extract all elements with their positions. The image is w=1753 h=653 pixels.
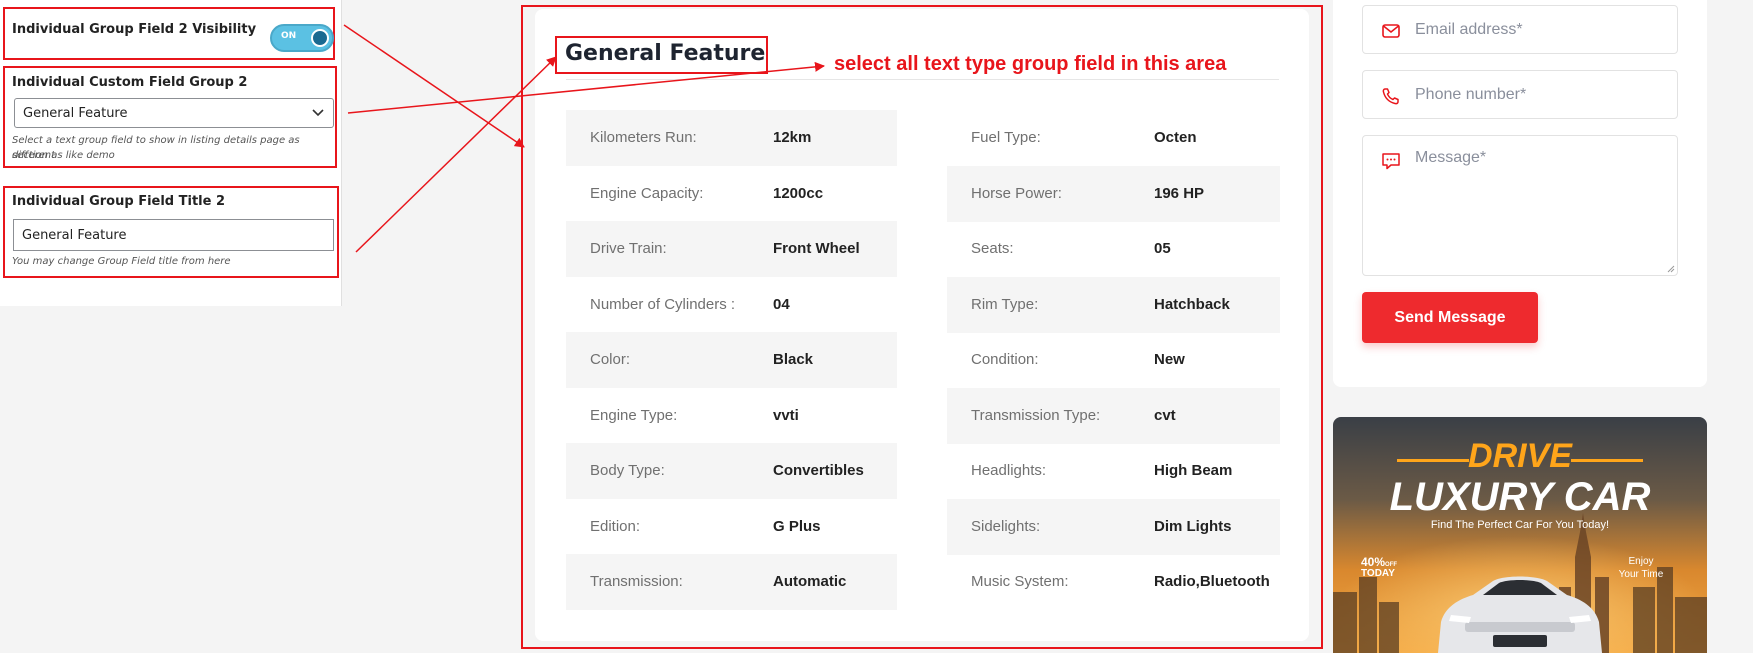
- feature-value: vvti: [773, 407, 799, 424]
- phone-placeholder: Phone number*: [1415, 86, 1527, 103]
- feature-row: Fuel Type: Octen: [947, 110, 1280, 166]
- feature-label: Number of Cylinders :: [590, 296, 736, 313]
- feature-value: 1200cc: [773, 185, 824, 202]
- title-divider: [566, 79, 1279, 80]
- feature-label: Transmission:: [590, 573, 683, 590]
- message-placeholder: Message*: [1415, 149, 1487, 166]
- feature-value: cvt: [1154, 407, 1176, 424]
- ad-discount: 40%OFF: [1361, 555, 1397, 569]
- feature-section-title: General Feature: [565, 41, 766, 66]
- phone-icon: [1382, 88, 1399, 105]
- email-placeholder: Email address*: [1415, 21, 1523, 38]
- title-setting-box: Individual Group Field Title 2 You may c…: [3, 186, 339, 278]
- chat-icon: [1382, 153, 1400, 170]
- ad-banner[interactable]: DRIVE LUXURY CAR Find The Perfect Car Fo…: [1333, 417, 1707, 653]
- feature-row: Seats: 05: [947, 221, 1280, 277]
- annotation-text: select all text type group field in this…: [834, 53, 1227, 75]
- feature-label: Fuel Type:: [971, 129, 1041, 146]
- feature-value: G Plus: [773, 518, 821, 535]
- feature-label: Transmission Type:: [971, 407, 1101, 424]
- feature-value: Radio,Bluetooth: [1154, 573, 1270, 590]
- feature-row: Rim Type: Hatchback: [947, 277, 1280, 333]
- feature-value: Black: [773, 351, 814, 368]
- group-select[interactable]: General Feature: [14, 98, 334, 128]
- group-label: Individual Custom Field Group 2: [12, 75, 248, 90]
- feature-value: Front Wheel: [773, 240, 860, 257]
- group-description-2: section as like demo: [12, 150, 115, 161]
- visibility-toggle[interactable]: ON: [270, 24, 334, 52]
- feature-label: Horse Power:: [971, 185, 1062, 202]
- feature-label: Drive Train:: [590, 240, 667, 257]
- visibility-label: Individual Group Field 2 Visibility: [12, 22, 257, 37]
- phone-field[interactable]: Phone number*: [1362, 70, 1678, 119]
- feature-value: Octen: [1154, 129, 1197, 146]
- feature-value: 12km: [773, 129, 812, 146]
- feature-row: Kilometers Run: 12km: [566, 110, 897, 166]
- group-select-value: General Feature: [23, 106, 128, 121]
- feature-row: Engine Capacity: 1200cc: [566, 166, 897, 222]
- title-input-wrap: [13, 219, 334, 251]
- feature-row: Edition: G Plus: [566, 499, 897, 555]
- ad-enjoy-line1: Enjoy: [1628, 556, 1654, 567]
- feature-label: Seats:: [971, 240, 1014, 257]
- title-field-label: Individual Group Field Title 2: [12, 194, 226, 209]
- feature-row: Transmission: Automatic: [566, 554, 897, 610]
- feature-value: New: [1154, 351, 1185, 368]
- ad-discount-percent: 40%: [1361, 555, 1386, 569]
- feature-value: 05: [1154, 240, 1171, 257]
- feature-row: Body Type: Convertibles: [566, 443, 897, 499]
- feature-row: Condition: New: [947, 332, 1280, 388]
- group-setting-box: Individual Custom Field Group 2 General …: [3, 66, 337, 168]
- envelope-icon: [1382, 24, 1400, 38]
- group-field-title-input[interactable]: [14, 220, 333, 250]
- feature-row: Headlights: High Beam: [947, 443, 1280, 499]
- settings-panel: Individual Group Field 2 Visibility ON I…: [0, 0, 342, 306]
- feature-row: Sidelights: Dim Lights: [947, 499, 1280, 555]
- feature-row: Transmission Type: cvt: [947, 388, 1280, 444]
- feature-value: High Beam: [1154, 462, 1233, 479]
- feature-label: Rim Type:: [971, 296, 1039, 313]
- feature-row: Engine Type: vvti: [566, 388, 897, 444]
- visibility-setting-box: Individual Group Field 2 Visibility ON: [3, 7, 335, 60]
- feature-row: Horse Power: 196 HP: [947, 166, 1280, 222]
- feature-label: Headlights:: [971, 462, 1047, 479]
- arrow-visibility-to-area: [343, 24, 525, 148]
- ad-tagline: Find The Perfect Car For You Today!: [1430, 519, 1610, 531]
- ad-headline-luxury: LUXURY CAR: [1389, 475, 1651, 519]
- feature-label: Body Type:: [590, 462, 665, 479]
- feature-row: Drive Train: Front Wheel: [566, 221, 897, 277]
- email-field[interactable]: Email address*: [1362, 5, 1678, 54]
- feature-label: Color:: [590, 351, 631, 368]
- resize-grip-icon[interactable]: [1665, 263, 1675, 273]
- chevron-down-icon: [312, 109, 324, 117]
- feature-value: Dim Lights: [1154, 518, 1232, 535]
- feature-row: Color: Black: [566, 332, 897, 388]
- feature-label: Condition:: [971, 351, 1039, 368]
- feature-value: Convertibles: [773, 462, 864, 479]
- feature-row: Music System: Radio,Bluetooth: [947, 554, 1280, 610]
- feature-label: Engine Type:: [590, 407, 678, 424]
- feature-value: Hatchback: [1154, 296, 1230, 313]
- message-field[interactable]: Message*: [1362, 135, 1678, 276]
- feature-label: Music System:: [971, 573, 1069, 590]
- feature-row: Number of Cylinders : 04: [566, 277, 897, 333]
- feature-label: Kilometers Run:: [590, 129, 697, 146]
- toggle-knob: [311, 29, 329, 47]
- feature-label: Engine Capacity:: [590, 185, 704, 202]
- feature-value: 196 HP: [1154, 185, 1205, 202]
- feature-label: Edition:: [590, 518, 641, 535]
- ad-headline-drive: DRIVE: [1468, 437, 1572, 475]
- ad-enjoy: Enjoy Your Time: [1611, 555, 1671, 581]
- feature-value: Automatic: [773, 573, 847, 590]
- ad-today: TODAY: [1361, 568, 1395, 579]
- title-field-description: You may change Group Field title from he…: [12, 256, 231, 267]
- toggle-state-label: ON: [281, 31, 297, 41]
- feature-label: Sidelights:: [971, 518, 1041, 535]
- send-message-button[interactable]: Send Message: [1362, 292, 1538, 343]
- feature-value: 04: [773, 296, 790, 313]
- ad-enjoy-line2: Your Time: [1618, 569, 1664, 580]
